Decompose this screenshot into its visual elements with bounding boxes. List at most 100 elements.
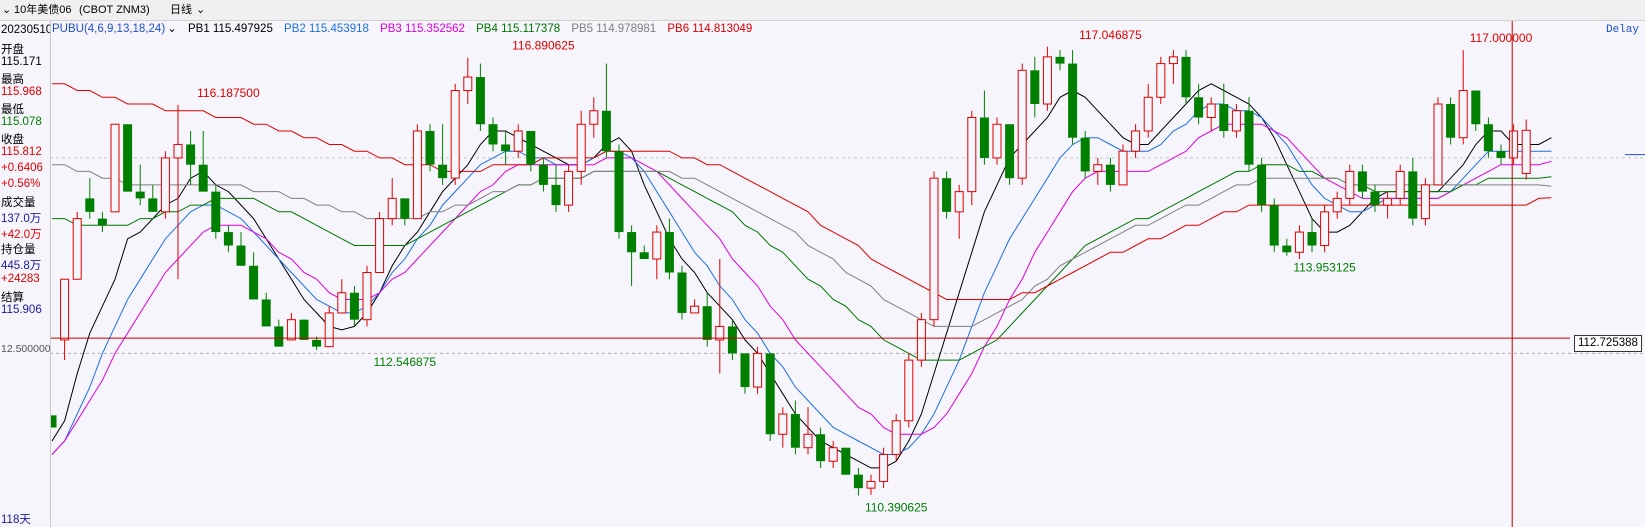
candle-body-up <box>564 170 574 206</box>
candle-body-down <box>1194 97 1204 118</box>
volume-label: 成交量 <box>1 197 36 209</box>
candle-body-up <box>1156 63 1166 98</box>
candle-body-down <box>601 110 611 152</box>
candle-body-down <box>249 265 259 300</box>
candle-body-up <box>891 420 901 455</box>
candle-body-up <box>1143 96 1153 132</box>
candle-body-down <box>551 184 561 206</box>
candle-body-down <box>526 130 536 165</box>
candle-body-down <box>488 124 498 145</box>
candle-body-down <box>1030 70 1040 105</box>
candle-body-up <box>1395 170 1405 199</box>
extreme-label: 117.046875 <box>1079 28 1142 42</box>
candle-body-down <box>223 232 233 246</box>
indicator-name[interactable]: PUBU(4,6,9,13,18,24) <box>52 23 165 35</box>
candle-body-up <box>1320 211 1330 247</box>
candle-body-down <box>816 434 826 462</box>
period-chevron-icon[interactable]: ⌄ <box>196 0 205 20</box>
candle-body-down <box>677 272 687 313</box>
candle-body-down <box>1055 56 1065 64</box>
candle-body-up <box>803 433 813 449</box>
candle-body-up <box>1420 184 1430 220</box>
candle-body-down <box>727 326 737 354</box>
extreme-label: 116.890625 <box>512 38 575 52</box>
candle-body-down <box>1282 245 1292 253</box>
candle-body-up <box>929 177 939 321</box>
legend-pb3: PB3 115.352562 <box>380 23 465 35</box>
candle-body-down <box>627 232 637 253</box>
candle-body-up <box>576 123 586 172</box>
candle-body-down <box>702 306 712 340</box>
close-value: 115.812 <box>1 146 42 158</box>
candle-body-up <box>1231 110 1241 132</box>
candle-body-down <box>261 299 271 327</box>
candle-body-down <box>198 164 208 192</box>
legend-pb4: PB4 115.117378 <box>476 23 561 35</box>
candle-body-down <box>148 198 158 212</box>
quote-panel: 20230510 开盘 115.171 最高 115.968 最低 115.07… <box>0 21 51 527</box>
candle-body-up <box>450 90 460 179</box>
legend-pb6: PB6 114.813049 <box>667 23 753 35</box>
candle-body-up <box>375 218 385 274</box>
symbol-name: 10年美债06 <box>14 4 72 16</box>
candle-body-up <box>1433 103 1443 186</box>
candle-body-down <box>299 319 309 340</box>
change-pct: +0.56% <box>1 178 41 190</box>
candle-body-up <box>286 319 296 341</box>
candle-body-down <box>211 191 221 233</box>
candle-body-down <box>841 447 851 475</box>
candle-body-up <box>160 157 170 213</box>
candle-body-up <box>1206 103 1216 118</box>
candle-body-up <box>1521 129 1531 174</box>
close-label: 收盘 <box>1 134 24 146</box>
candle-body-down <box>85 198 95 212</box>
candle-body-down <box>425 130 435 165</box>
candle-body-down <box>1496 151 1506 158</box>
candle-body-down <box>1219 104 1229 131</box>
candle-body-up <box>954 191 964 213</box>
extreme-label: 116.187500 <box>197 86 260 100</box>
candle-body-up <box>1345 170 1355 199</box>
legend-pb5: PB5 114.978981 <box>571 23 657 35</box>
days-label: 118天 <box>1 514 31 526</box>
extreme-label: 117.000000 <box>1470 31 1533 45</box>
candle-body-up <box>110 123 120 213</box>
indicator-chevron-icon[interactable]: ⌄ <box>167 23 180 35</box>
open-value: 115.171 <box>1 56 42 68</box>
candle-body-up <box>1042 56 1052 105</box>
candle-body-down <box>942 178 952 212</box>
axis-price-label: 12.500000 <box>1 343 51 355</box>
candle-body-down <box>639 252 649 260</box>
change-value: +0.6406 <box>1 162 43 174</box>
chevron-down-icon[interactable]: ⌄ <box>2 0 11 20</box>
candle-body-up <box>1383 197 1393 206</box>
candle-body-down <box>236 245 246 266</box>
settle-label: 结算 <box>1 292 24 304</box>
candle-body-down <box>97 218 107 226</box>
candle-body-up <box>652 231 662 260</box>
candle-body-down <box>765 353 775 435</box>
candle-body-up <box>916 319 926 361</box>
candle-body-down <box>1080 137 1090 172</box>
candle-body-down <box>135 191 145 199</box>
candle-body-up <box>60 278 70 341</box>
candle-body-up <box>387 197 397 220</box>
candle-body-down <box>1483 124 1493 152</box>
candle-body-up <box>1093 164 1103 172</box>
candle-body-up <box>362 272 372 321</box>
candle-body-up <box>513 130 523 152</box>
candlestick-chart[interactable]: 116.187500 116.890625 117.046875 117.000000… <box>0 0 1645 527</box>
candle-body-up <box>589 110 599 125</box>
open-label: 开盘 <box>1 44 24 56</box>
candle-body-up <box>1458 90 1468 139</box>
titlebar: ⌄ 10年美债06 (CBOT ZNM3) 日线 ⌄ <box>0 0 1645 21</box>
candle-body-up <box>173 143 183 159</box>
candle-body-down <box>1068 63 1078 138</box>
candle-body-down <box>1005 124 1015 179</box>
candle-body-down <box>186 144 196 165</box>
delay-badge: Delay <box>1605 24 1639 36</box>
period-select[interactable]: 日线 <box>170 0 192 20</box>
candle-body-up <box>1168 56 1178 65</box>
oi-label: 持仓量 <box>1 244 36 256</box>
candle-body-up <box>463 76 473 92</box>
